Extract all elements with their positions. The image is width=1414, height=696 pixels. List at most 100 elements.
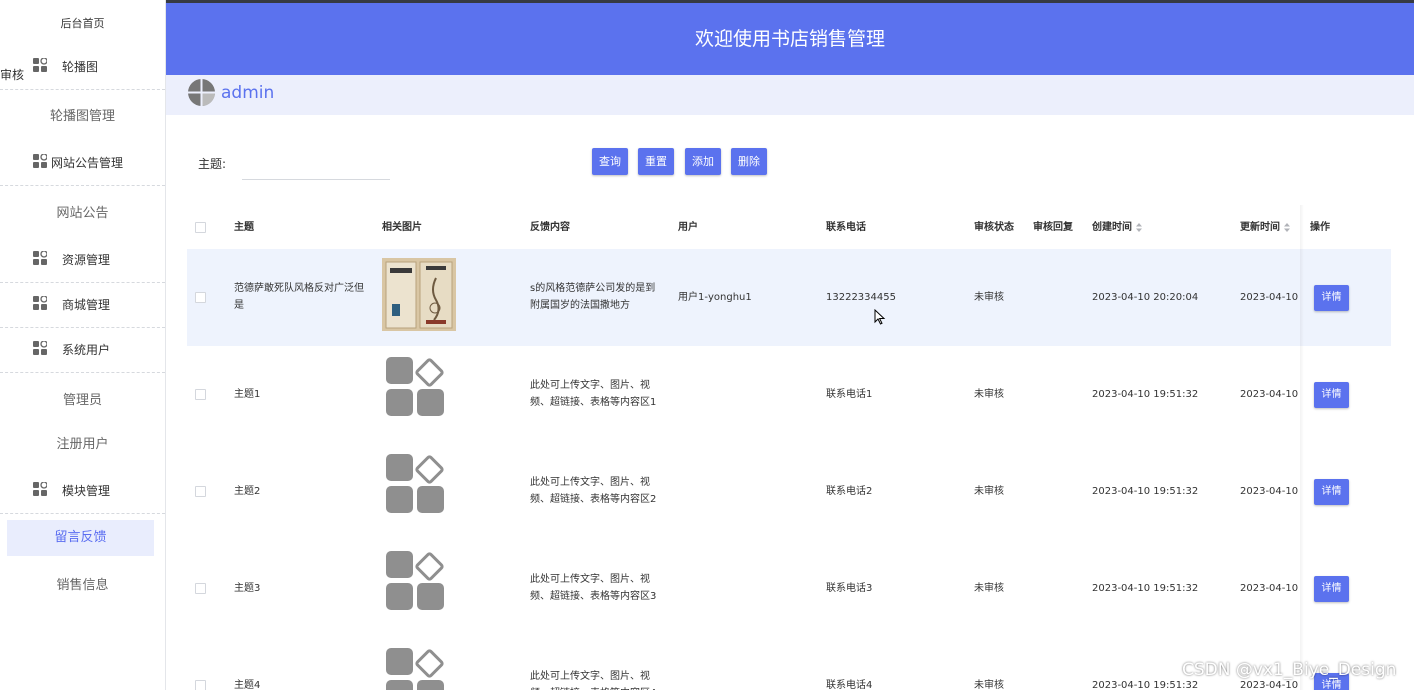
page-title: 欢迎使用书店销售管理 bbox=[694, 28, 885, 50]
sidebar-group-label: 资源管理 bbox=[62, 253, 111, 267]
cell-subject: 主题4 bbox=[234, 680, 261, 690]
mouse-cursor-icon bbox=[874, 309, 886, 325]
sidebar-home-link[interactable]: 后台首页 bbox=[0, 15, 165, 31]
cell-content: 此处可上传文字、图片、视频、超链接、表格等内容区3 bbox=[530, 574, 657, 602]
row-checkbox[interactable] bbox=[195, 389, 206, 400]
search-label: 主题: bbox=[198, 157, 227, 171]
sidebar-group-system-users[interactable]: 系统用户 bbox=[0, 327, 165, 373]
cell-updated: 2023-04-10 1 bbox=[1240, 583, 1300, 594]
cell-content: s的风格范德萨公司发的是到附属国岁的法国撒地方 bbox=[530, 283, 656, 311]
cell-status: 未审核 bbox=[974, 389, 1004, 400]
sidebar-group-shop[interactable]: 商城管理 bbox=[0, 282, 165, 328]
sidebar-group-label: 网站公告管理 bbox=[51, 156, 124, 170]
image-placeholder-icon[interactable] bbox=[385, 453, 445, 513]
sort-icon[interactable] bbox=[1283, 222, 1291, 232]
column-header: 用户 bbox=[678, 222, 698, 233]
column-header: 审核回复 bbox=[1033, 222, 1073, 233]
sidebar: 后台首页 审核 轮播图 轮播图管理 网站公告管理 网站公告 资源管理 商城管理 … bbox=[0, 0, 166, 690]
column-header-sortable[interactable]: 更新时间 bbox=[1240, 218, 1291, 233]
reset-button[interactable]: 重置 bbox=[638, 148, 674, 175]
cell-created: 2023-04-10 20:20:04 bbox=[1092, 292, 1199, 303]
column-header: 操作 bbox=[1310, 222, 1330, 233]
column-header: 审核状态 bbox=[974, 222, 1014, 233]
cell-status: 未审核 bbox=[974, 292, 1004, 303]
fixed-column-shadow bbox=[1300, 205, 1304, 690]
cell-created: 2023-04-10 19:51:32 bbox=[1092, 583, 1199, 594]
image-placeholder-icon[interactable] bbox=[385, 647, 445, 690]
cell-created: 2023-04-10 19:51:32 bbox=[1092, 486, 1199, 497]
sidebar-item-feedback[interactable]: 留言反馈 bbox=[7, 520, 154, 556]
detail-button[interactable]: 详情 bbox=[1314, 382, 1349, 408]
detail-button[interactable]: 详情 bbox=[1314, 479, 1349, 505]
image-placeholder-icon[interactable] bbox=[385, 356, 445, 416]
module-icon bbox=[33, 296, 47, 310]
cell-status: 未审核 bbox=[974, 486, 1004, 497]
sidebar-group-label: 轮播图 bbox=[62, 60, 99, 74]
cell-content: 此处可上传文字、图片、视频、超链接、表格等内容区1 bbox=[530, 380, 657, 408]
sidebar-group-label: 模块管理 bbox=[62, 484, 111, 498]
column-header: 相关图片 bbox=[382, 222, 422, 233]
detail-button[interactable]: 详情 bbox=[1314, 285, 1349, 311]
cell-updated: 2023-04-10 1 bbox=[1240, 389, 1300, 400]
cell-phone: 联系电话3 bbox=[826, 583, 873, 594]
sidebar-item-sales[interactable]: 销售信息 bbox=[0, 574, 165, 593]
column-header-label: 创建时间 bbox=[1092, 222, 1132, 233]
cell-phone: 联系电话1 bbox=[826, 389, 873, 400]
detail-button[interactable]: 详情 bbox=[1314, 576, 1349, 602]
cell-user: 用户1-yonghu1 bbox=[678, 292, 752, 303]
row-checkbox[interactable] bbox=[195, 486, 206, 497]
cell-content: 此处可上传文字、图片、视频、超链接、表格等内容区2 bbox=[530, 477, 657, 505]
cell-updated: 2023-04-10 20 bbox=[1240, 292, 1300, 303]
cell-phone: 13222334455 bbox=[826, 292, 896, 303]
book-cover-image[interactable] bbox=[382, 258, 456, 331]
cell-status: 未审核 bbox=[974, 583, 1004, 594]
user-bar: admin bbox=[166, 75, 1414, 115]
module-icon bbox=[33, 341, 47, 355]
column-header: 联系电话 bbox=[826, 222, 866, 233]
cell-subject: 主题1 bbox=[234, 389, 261, 400]
sidebar-item-admins[interactable]: 管理员 bbox=[0, 389, 165, 408]
sidebar-group-carousel[interactable]: 轮播图 bbox=[0, 44, 165, 90]
image-placeholder-icon[interactable] bbox=[385, 550, 445, 610]
cell-phone: 联系电话2 bbox=[826, 486, 873, 497]
table-row[interactable]: 范德萨敢死队风格反对广泛但是 s的风格范德萨公司发的是到附属国岁的法国撒地方 用… bbox=[187, 249, 1391, 346]
cell-phone: 联系电话4 bbox=[826, 680, 873, 690]
delete-button[interactable]: 删除 bbox=[731, 148, 767, 175]
row-checkbox[interactable] bbox=[195, 680, 206, 690]
cell-status: 未审核 bbox=[974, 680, 1004, 690]
module-icon bbox=[33, 154, 47, 168]
sidebar-group-label: 系统用户 bbox=[62, 343, 111, 357]
module-icon bbox=[33, 58, 47, 72]
sidebar-item-registered-users[interactable]: 注册用户 bbox=[0, 433, 165, 452]
sidebar-group-modules[interactable]: 模块管理 bbox=[0, 468, 165, 514]
avatar[interactable] bbox=[188, 79, 215, 106]
sidebar-item-notice[interactable]: 网站公告 bbox=[0, 202, 165, 221]
sidebar-item-carousel-manage[interactable]: 轮播图管理 bbox=[0, 105, 165, 124]
username[interactable]: admin bbox=[221, 83, 274, 103]
add-button[interactable]: 添加 bbox=[685, 148, 721, 175]
select-all-checkbox[interactable] bbox=[195, 222, 206, 233]
cell-updated: 2023-04-10 1 bbox=[1240, 486, 1300, 497]
sort-icon[interactable] bbox=[1135, 222, 1143, 232]
search-input[interactable] bbox=[242, 148, 390, 180]
cell-subject: 主题2 bbox=[234, 486, 261, 497]
sidebar-group-label: 商城管理 bbox=[62, 298, 111, 312]
cell-subject: 范德萨敢死队风格反对广泛但是 bbox=[234, 283, 364, 311]
column-header-sortable[interactable]: 创建时间 bbox=[1092, 218, 1143, 233]
sidebar-group-notice[interactable]: 网站公告管理 bbox=[0, 140, 165, 186]
column-header: 主题 bbox=[234, 222, 254, 233]
cell-subject: 主题3 bbox=[234, 583, 261, 594]
module-icon bbox=[33, 251, 47, 265]
table-row[interactable]: 主题1 此处可上传文字、图片、视频、超链接、表格等内容区1 联系电话1 未审核 … bbox=[187, 346, 1391, 443]
cell-created: 2023-04-10 19:51:32 bbox=[1092, 389, 1199, 400]
row-checkbox[interactable] bbox=[195, 583, 206, 594]
page-header: 欢迎使用书店销售管理 bbox=[166, 3, 1414, 75]
column-header: 反馈内容 bbox=[530, 222, 570, 233]
row-checkbox[interactable] bbox=[195, 292, 206, 303]
query-button[interactable]: 查询 bbox=[592, 148, 628, 175]
table-row[interactable]: 主题2 此处可上传文字、图片、视频、超链接、表格等内容区2 联系电话2 未审核 … bbox=[187, 443, 1391, 540]
table-row[interactable]: 主题3 此处可上传文字、图片、视频、超链接、表格等内容区3 联系电话3 未审核 … bbox=[187, 540, 1391, 637]
sidebar-group-resources[interactable]: 资源管理 bbox=[0, 237, 165, 283]
watermark: CSDN @vx1_Biye_Design bbox=[1182, 660, 1397, 680]
cell-content: 此处可上传文字、图片、视频、超链接、表格等内容区4 bbox=[530, 671, 656, 690]
